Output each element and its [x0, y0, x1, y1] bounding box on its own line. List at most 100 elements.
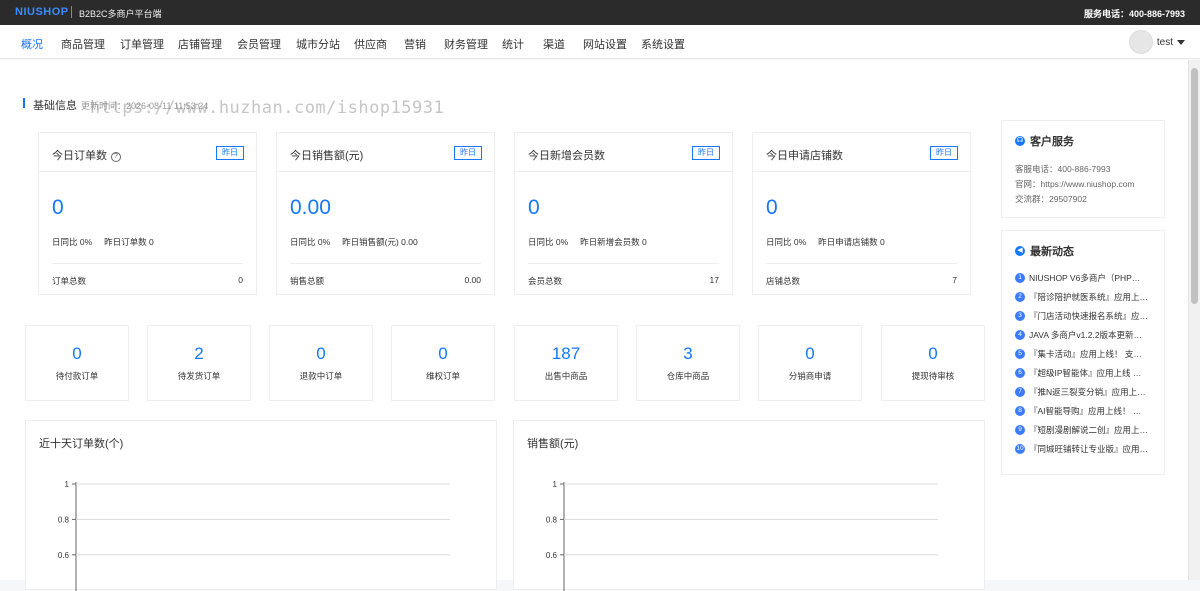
divider — [39, 171, 256, 172]
card-value: 0 — [528, 196, 540, 219]
news-item[interactable]: 10 『同城旺铺转让专业版』应用… — [1015, 443, 1155, 455]
news-text[interactable]: 『短剧漫剧解说二创』应用上… — [1029, 424, 1148, 436]
scrollbar-thumb[interactable] — [1191, 68, 1198, 304]
nav-item-system-settings[interactable]: 系统设置 — [641, 36, 685, 52]
news-text[interactable]: JAVA 多商户v1.2.2版本更新… — [1029, 329, 1142, 341]
stat-label: 分销商申请 — [788, 371, 832, 381]
stat-label: 退款中订单 — [299, 371, 343, 381]
total-value: 17 — [709, 275, 719, 285]
stat-label: 维权订单 — [425, 371, 460, 381]
nav-item-stats[interactable]: 统计 — [502, 36, 524, 52]
news-text[interactable]: 『集卡活动』应用上线！ 支… — [1029, 348, 1142, 360]
card-today-sales: 今日销售额(元) 昨日 0.00 日同比 0% 昨日销售额(元) 0.00 销售总… — [276, 132, 495, 295]
y-tick-label: 0.6 — [58, 551, 70, 560]
news-text[interactable]: 『超级IP智能体』应用上线 … — [1029, 367, 1141, 379]
total-value: 7 — [952, 275, 957, 285]
stat-withdrawals[interactable]: 0 提现待审核 — [881, 325, 985, 401]
stat-value: 187 — [551, 344, 581, 363]
news-item[interactable]: 1 NIUSHOP V6多商户（PHP… — [1015, 272, 1155, 284]
brand-logo[interactable]: NIUSHOP — [15, 6, 69, 18]
stat-value: 3 — [683, 344, 693, 363]
y-tick-label: 1 — [553, 480, 558, 489]
avatar[interactable] — [1128, 30, 1153, 54]
nav-item-site-settings[interactable]: 网站设置 — [583, 36, 627, 52]
nav-item-shops[interactable]: 店铺管理 — [178, 36, 222, 52]
stat-value: 0 — [72, 344, 82, 363]
news-index: 4 — [1015, 330, 1025, 340]
news-index: 2 — [1015, 292, 1025, 302]
top-bar: NIUSHOP B2B2C多商户平台端 服务电话：400-886-7993 — [0, 0, 1200, 25]
news-item[interactable]: 3 『门店活动快速报名系统』应… — [1015, 310, 1155, 322]
card-comparison: 日同比 0% 昨日申请店铺数 0 — [766, 236, 885, 248]
news-item[interactable]: 4 JAVA 多商户v1.2.2版本更新… — [1015, 329, 1155, 341]
yesterday-button[interactable]: 昨日 — [454, 146, 482, 160]
nav-item-marketing[interactable]: 营销 — [404, 36, 426, 52]
megaphone-icon: ◀ — [1015, 246, 1025, 256]
help-icon[interactable]: ? — [111, 152, 121, 162]
news-index: 8 — [1015, 406, 1025, 416]
headset-icon: ☊ — [1015, 136, 1025, 146]
stat-in-warehouse[interactable]: 3 仓库中商品 — [636, 325, 740, 401]
stat-label: 仓库中商品 — [666, 371, 710, 381]
y-tick-label: 0.8 — [58, 515, 70, 524]
stat-distributor-apps[interactable]: 0 分销商申请 — [758, 325, 862, 401]
divider — [766, 263, 957, 264]
news-index: 6 — [1015, 368, 1025, 378]
nav-item-city-sites[interactable]: 城市分站 — [296, 36, 340, 52]
brand-divider — [71, 6, 72, 18]
news-text[interactable]: 『同城旺铺转让专业版』应用… — [1029, 443, 1148, 455]
nav-item-suppliers[interactable]: 供应商 — [354, 36, 387, 52]
stat-label: 出售中商品 — [544, 371, 588, 381]
divider — [277, 171, 494, 172]
stat-refunding[interactable]: 0 退款中订单 — [269, 325, 373, 401]
yesterday-value: 昨日订单数 0 — [104, 237, 154, 247]
nav-item-goods[interactable]: 商品管理 — [61, 36, 105, 52]
watermark: https://www.huzhan.com/ishop15931 — [90, 98, 445, 118]
total-label: 订单总数 — [52, 276, 87, 286]
user-name[interactable]: test — [1157, 37, 1173, 48]
news-item[interactable]: 9 『短剧漫剧解说二创』应用上… — [1015, 424, 1155, 436]
news-item[interactable]: 6 『超级IP智能体』应用上线 … — [1015, 367, 1155, 379]
user-menu[interactable]: test — [1128, 30, 1185, 54]
platform-subtitle: B2B2C多商户平台端 — [79, 9, 162, 19]
news-index: 7 — [1015, 387, 1025, 397]
service-website-line[interactable]: 官网：https://www.niushop.com — [1015, 178, 1135, 190]
news-text[interactable]: 『门店活动快速报名系统』应… — [1029, 310, 1148, 322]
card-value: 0 — [766, 196, 778, 219]
news-index: 5 — [1015, 349, 1025, 359]
main-content: 基础信息 更新时间：2026-08-11 11:53:24 https://www… — [0, 60, 1188, 591]
news-text[interactable]: 『AI智能导购』应用上线！ … — [1029, 405, 1141, 417]
nav-item-members[interactable]: 会员管理 — [237, 36, 281, 52]
nav-item-overview[interactable]: 概况 — [21, 36, 43, 52]
news-item[interactable]: 7 『推N返三裂变分销』应用上… — [1015, 386, 1155, 398]
stat-value: 0 — [316, 344, 326, 363]
nav-item-channels[interactable]: 渠道 — [543, 36, 565, 52]
news-text[interactable]: 『推N返三裂变分销』应用上… — [1029, 386, 1146, 398]
news-item[interactable]: 2 『陪诊陪护就医系统』应用上… — [1015, 291, 1155, 303]
news-text[interactable]: NIUSHOP V6多商户（PHP… — [1029, 272, 1140, 284]
day-ratio: 日同比 0% — [290, 237, 331, 247]
yesterday-button[interactable]: 昨日 — [692, 146, 720, 160]
yesterday-button[interactable]: 昨日 — [930, 146, 958, 160]
yesterday-value: 昨日销售额(元) 0.00 — [342, 237, 418, 247]
yesterday-button[interactable]: 昨日 — [216, 146, 244, 160]
nav-item-orders[interactable]: 订单管理 — [120, 36, 164, 52]
page-scrollbar[interactable] — [1188, 60, 1200, 580]
stat-pending-delivery[interactable]: 2 待发货订单 — [147, 325, 251, 401]
news-index: 9 — [1015, 425, 1025, 435]
stat-on-sale[interactable]: 187 出售中商品 — [514, 325, 618, 401]
news-item[interactable]: 5 『集卡活动』应用上线！ 支… — [1015, 348, 1155, 360]
news-text[interactable]: 『陪诊陪护就医系统』应用上… — [1029, 291, 1148, 303]
stat-pending-payment[interactable]: 0 待付款订单 — [25, 325, 129, 401]
card-comparison: 日同比 0% 昨日销售额(元) 0.00 — [290, 236, 418, 248]
total-label: 会员总数 — [528, 276, 563, 286]
news-item[interactable]: 8 『AI智能导购』应用上线！ … — [1015, 405, 1155, 417]
chart-plot: 1 0.8 0.6 — [58, 480, 450, 591]
nav-item-finance[interactable]: 财务管理 — [444, 36, 488, 52]
card-value: 0 — [52, 196, 64, 219]
chevron-down-icon[interactable] — [1177, 39, 1185, 45]
stat-disputes[interactable]: 0 维权订单 — [391, 325, 495, 401]
stat-label: 待付款订单 — [55, 371, 99, 381]
total-label: 销售总额 — [290, 276, 325, 286]
panel-title: ◀ 最新动态 — [1015, 243, 1074, 259]
